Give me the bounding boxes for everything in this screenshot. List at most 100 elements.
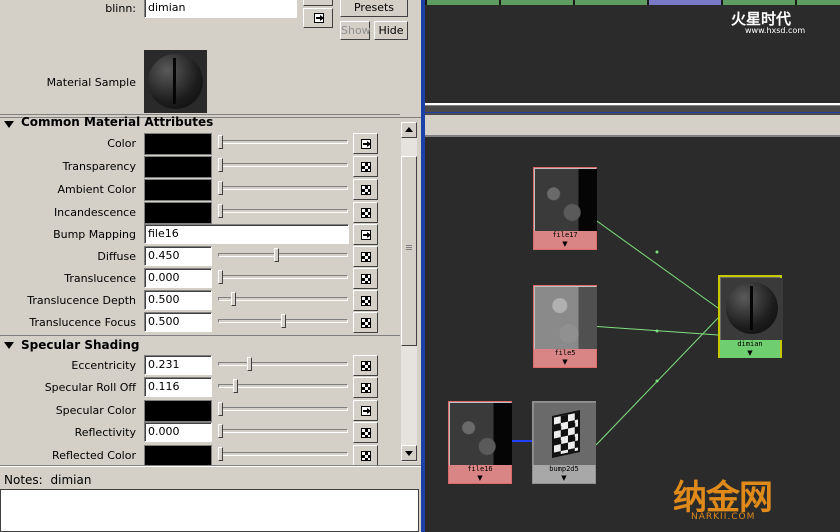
translucence-map-button[interactable] (353, 268, 378, 289)
focus-button[interactable] (303, 0, 333, 6)
bump-thumbnail (534, 403, 596, 465)
checker-icon (361, 383, 371, 393)
expand-arrow-icon[interactable]: ▼ (720, 349, 780, 358)
ambient-color-swatch[interactable] (144, 179, 212, 201)
incandescence-map-button[interactable] (353, 202, 378, 223)
node-label: dimian (720, 340, 780, 349)
specular-color-label: Specular Color (55, 404, 136, 417)
watermark-url-bottom: NARKII.COM (691, 512, 756, 522)
specular-roll-off-slider[interactable] (218, 376, 348, 398)
expand-arrow-icon[interactable]: ▼ (534, 358, 596, 367)
color-label: Color (107, 137, 136, 150)
color-map-button[interactable] (353, 133, 378, 154)
checker-icon (361, 318, 371, 328)
expand-arrow-icon[interactable]: ▼ (534, 240, 596, 249)
arrow-up-icon (405, 127, 413, 132)
texture-thumbnail (535, 169, 597, 231)
eccentricity-slider[interactable] (218, 354, 348, 376)
expand-arrow-icon[interactable]: ▼ (449, 474, 511, 483)
ambient-color-slider[interactable] (218, 178, 348, 200)
reflectivity-slider[interactable] (218, 421, 348, 443)
bump-mapping-map-button[interactable] (353, 224, 378, 245)
connected-input-icon (361, 406, 371, 416)
node-label: file17 (534, 231, 596, 240)
transparency-slider[interactable] (218, 155, 348, 177)
node-label: bump2d5 (533, 465, 595, 474)
translucence-field[interactable]: 0.000 (144, 268, 212, 288)
bump-mapping-field[interactable]: file16 (144, 224, 349, 244)
translucence-focus-slider[interactable] (218, 311, 348, 333)
show-button[interactable]: Show (340, 21, 371, 40)
node-file5[interactable]: file5 ▼ (533, 285, 597, 368)
material-thumbnail (721, 278, 783, 340)
material-type-label: blinn: (105, 2, 136, 15)
common-material-attributes-header[interactable]: Common Material Attributes (0, 114, 400, 134)
notes-material-name: dimian (50, 473, 92, 487)
translucence-slider[interactable] (218, 267, 348, 289)
eccentricity-map-button[interactable] (353, 355, 378, 376)
reflectivity-label: Reflectivity (74, 426, 136, 439)
material-name-field[interactable]: dimian (144, 0, 297, 18)
material-sample-label: Material Sample (46, 76, 136, 89)
diffuse-field[interactable]: 0.450 (144, 246, 212, 266)
attribute-editor: blinn: dimian Presets Show Hide Material… (0, 0, 421, 532)
eccentricity-field[interactable]: 0.231 (144, 355, 212, 375)
transparency-map-button[interactable] (353, 156, 378, 177)
node-label: file16 (449, 465, 511, 474)
translucence-focus-field[interactable]: 0.500 (144, 312, 212, 332)
reflected-color-swatch[interactable] (144, 445, 212, 467)
connection-file17-dimian (575, 205, 719, 309)
connection-file5-dimian (575, 324, 719, 336)
incandescence-swatch[interactable] (144, 202, 212, 224)
incandescence-slider[interactable] (218, 201, 348, 223)
specular-roll-off-field[interactable]: 0.116 (144, 377, 212, 397)
node-bump2d5[interactable]: bump2d5 ▼ (532, 401, 596, 484)
specular-color-slider[interactable] (218, 399, 348, 421)
expand-arrow-icon[interactable]: ▼ (533, 474, 595, 483)
node-label: file5 (534, 349, 596, 358)
translucence-focus-label: Translucence Focus (29, 316, 136, 329)
scroll-up-button[interactable] (401, 122, 417, 138)
translucence-depth-slider[interactable] (218, 289, 348, 311)
arrow-down-icon (405, 451, 413, 456)
translucence-depth-label: Translucence Depth (27, 294, 136, 307)
checker-icon (361, 185, 371, 195)
notes-label: Notes: (4, 473, 43, 487)
specular-roll-off-map-button[interactable] (353, 377, 378, 398)
scroll-down-button[interactable] (401, 445, 417, 461)
attributes-scrollbar[interactable] (401, 122, 417, 462)
diffuse-label: Diffuse (97, 250, 136, 263)
diffuse-map-button[interactable] (353, 246, 378, 267)
presets-button[interactable]: Presets (340, 0, 408, 17)
reflectivity-field[interactable]: 0.000 (144, 422, 212, 442)
ambient-color-map-button[interactable] (353, 179, 378, 200)
material-sample-swatch[interactable] (144, 50, 207, 113)
node-file16[interactable]: file16 ▼ (448, 401, 512, 484)
incandescence-label: Incandescence (53, 206, 136, 219)
checker-icon (361, 296, 371, 306)
translucence-depth-field[interactable]: 0.500 (144, 290, 212, 310)
hide-button[interactable]: Hide (374, 21, 408, 40)
collapse-triangle-icon (4, 342, 14, 349)
node-dimian[interactable]: dimian ▼ (718, 275, 783, 358)
translucence-focus-map-button[interactable] (353, 312, 378, 333)
color-swatch[interactable] (144, 133, 212, 155)
reflected-color-map-button[interactable] (353, 445, 378, 466)
diffuse-slider[interactable] (218, 245, 348, 267)
translucence-depth-map-button[interactable] (353, 290, 378, 311)
specular-shading-header[interactable]: Specular Shading (0, 335, 400, 355)
specular-color-map-button[interactable] (353, 400, 378, 421)
color-slider[interactable] (218, 132, 348, 154)
checker-icon (361, 428, 371, 438)
section-title: Specular Shading (21, 338, 140, 352)
go-to-output-button[interactable] (303, 8, 333, 28)
reflectivity-map-button[interactable] (353, 422, 378, 443)
reflected-color-slider[interactable] (218, 444, 348, 466)
transparency-swatch[interactable] (144, 156, 212, 178)
output-arrow-icon (314, 13, 324, 23)
specular-color-swatch[interactable] (144, 400, 212, 422)
grip-icon (406, 245, 412, 246)
node-file17[interactable]: file17 ▼ (533, 167, 597, 250)
scroll-thumb[interactable] (401, 156, 417, 346)
notes-textarea[interactable] (0, 489, 419, 532)
